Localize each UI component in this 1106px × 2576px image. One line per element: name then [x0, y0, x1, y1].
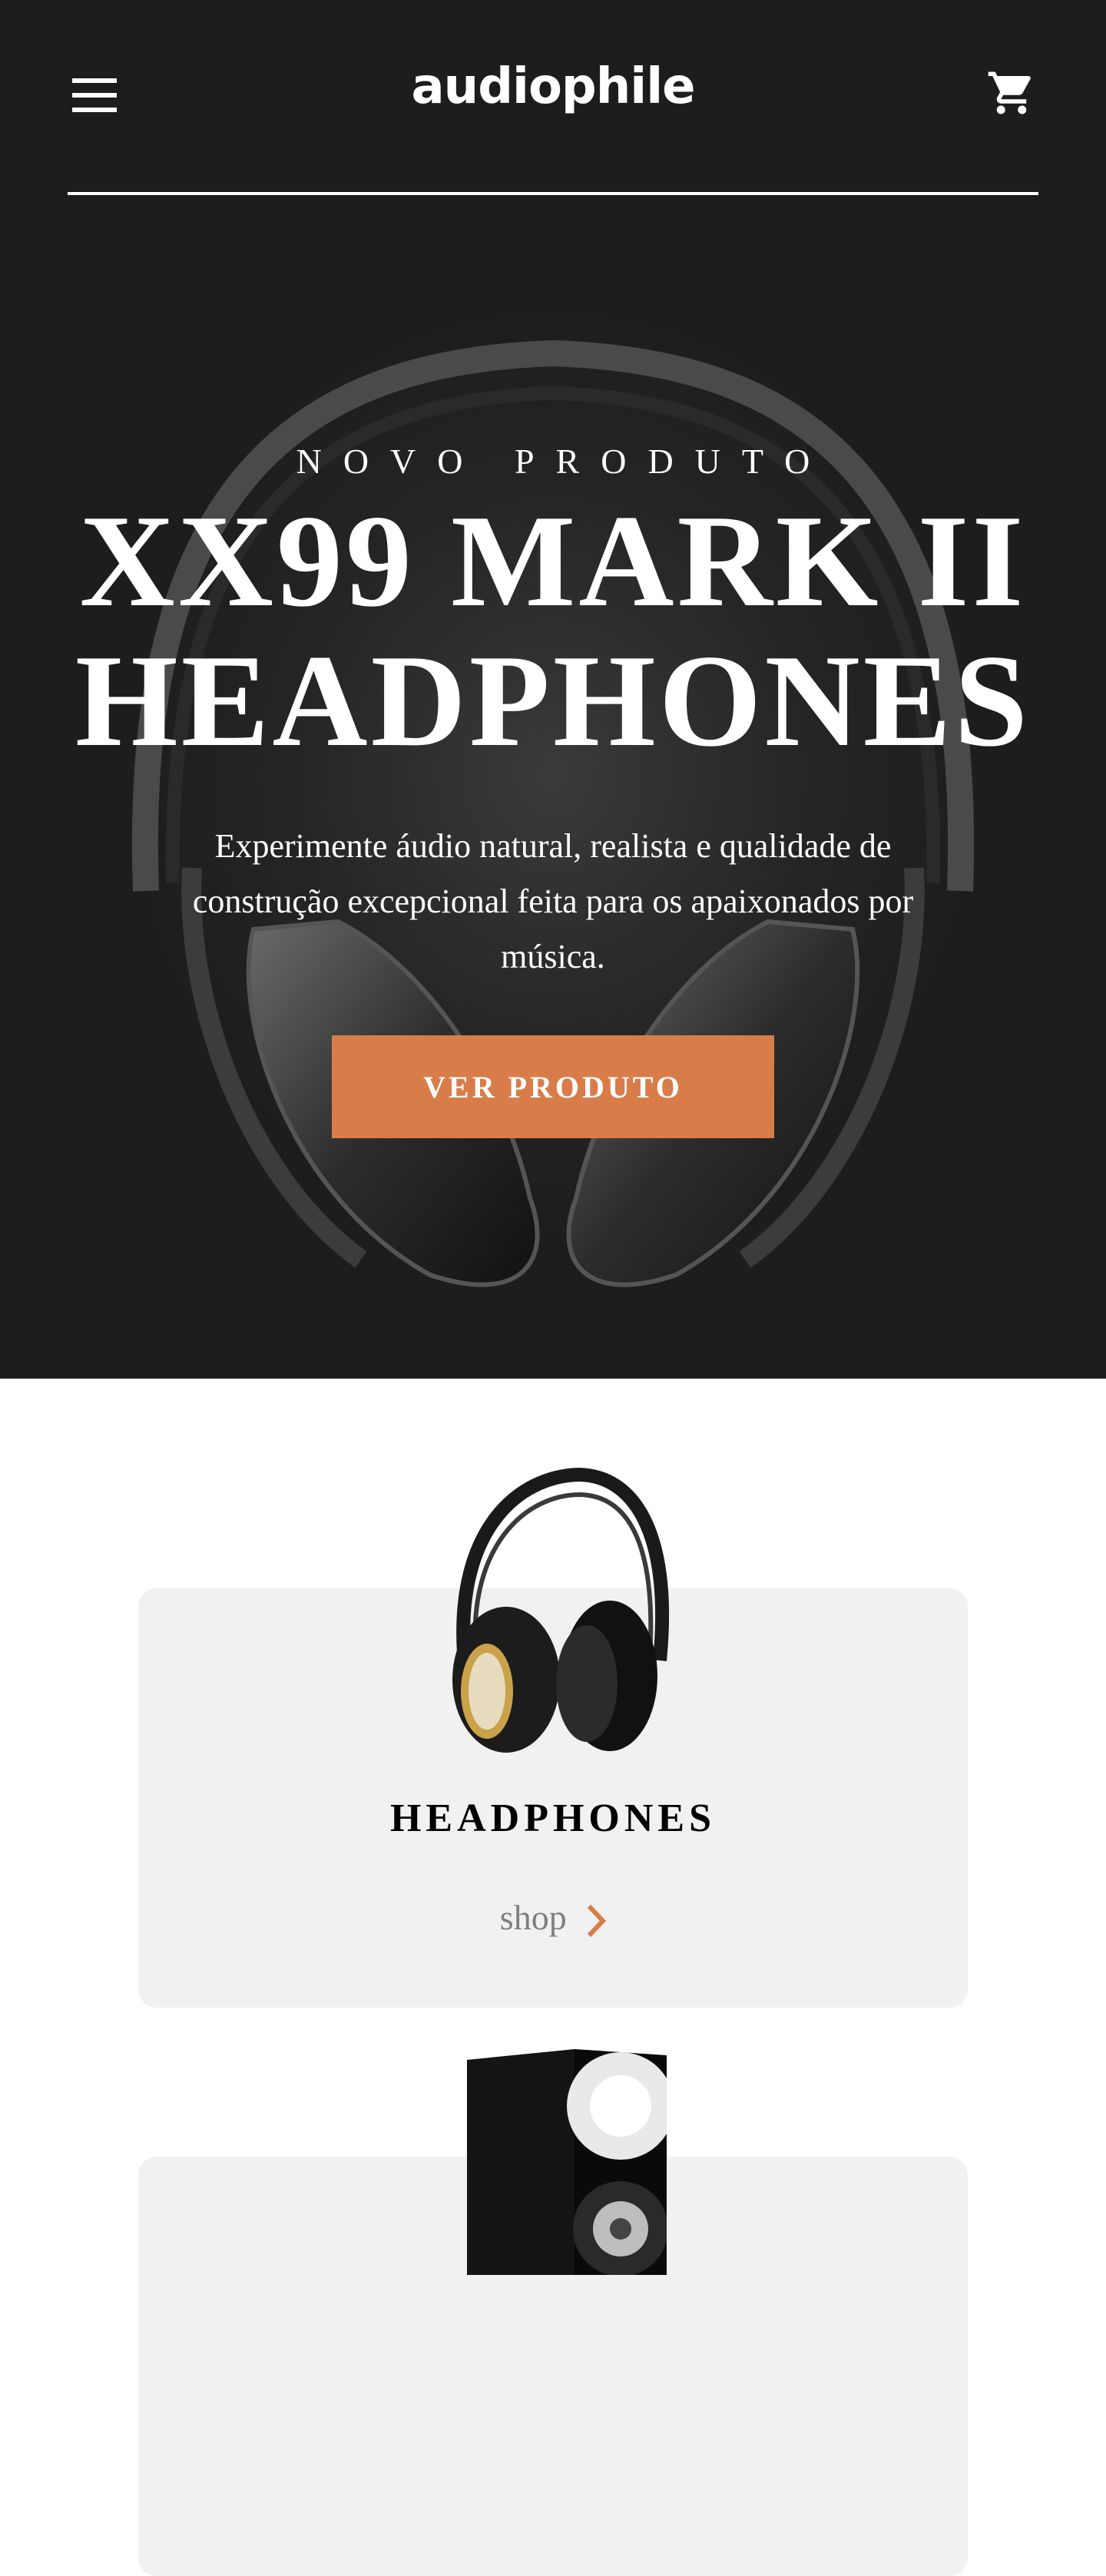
hero-title-line-1: XX99 MARK II [79, 488, 1027, 634]
site-header: audiophile [68, 0, 1038, 195]
hero-section: audiophile NOVO PRODUTO XX99 MARK II HEA… [0, 0, 1106, 1379]
shop-link[interactable]: shop [138, 1897, 968, 1939]
site-logo[interactable]: audiophile [68, 58, 1038, 115]
shopping-cart-icon[interactable] [986, 68, 1037, 118]
category-card-speakers[interactable] [138, 2049, 968, 2576]
hero-description: Experimente áudio natural, realista e qu… [192, 827, 914, 975]
hero-title-line-2: HEADPHONES [75, 628, 1031, 774]
speaker-category-image [467, 2049, 667, 2275]
hero-title: XX99 MARK II HEADPHONES [0, 492, 1106, 771]
headphones-category-image [452, 1467, 670, 1753]
chevron-right-icon [588, 1905, 607, 1938]
hero-overline: NOVO PRODUTO [296, 442, 832, 481]
view-product-button[interactable]: VER PRODUTO [332, 1035, 774, 1138]
category-title: HEADPHONES [389, 1796, 717, 1840]
shop-link-label: shop [499, 1898, 567, 1937]
category-card-headphones[interactable]: HEADPHONES shop [138, 1467, 968, 2008]
